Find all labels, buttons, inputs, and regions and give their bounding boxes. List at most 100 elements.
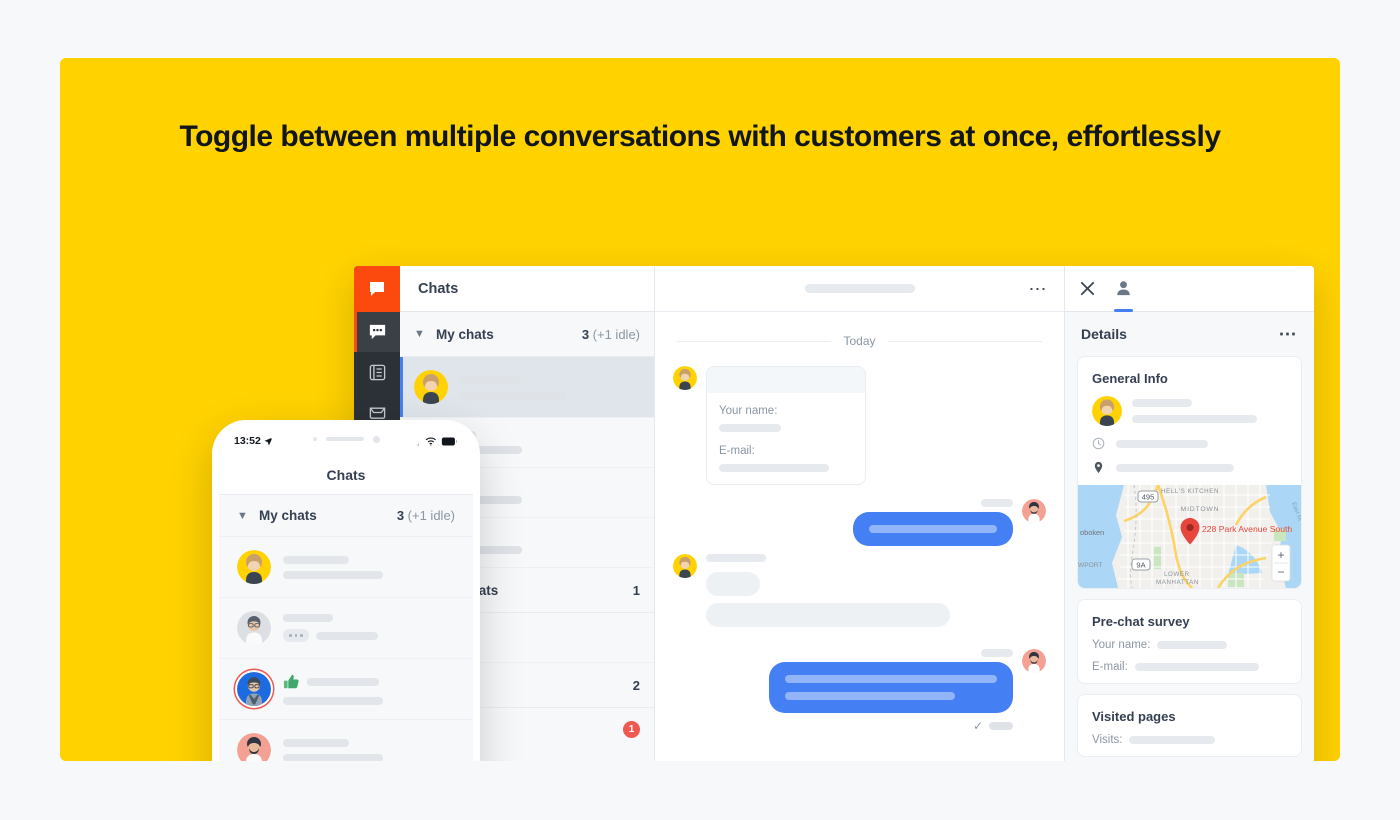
field-label: Your name:: [1092, 639, 1151, 651]
group-label: My chats: [436, 326, 494, 342]
chat-preview-placeholder: [283, 674, 455, 705]
phone-chat-group[interactable]: ▼ My chats 3 (+1 idle): [219, 495, 473, 537]
status-time: 13:52: [234, 435, 261, 447]
phone-chat-item[interactable]: [219, 659, 473, 720]
avatar: [414, 370, 448, 404]
visits-row: Visits:: [1078, 734, 1301, 756]
timestamp-placeholder: [981, 499, 1013, 507]
chat-preview-placeholder: [283, 555, 455, 579]
prechat-survey-card: Your name: E-mail:: [706, 366, 866, 485]
survey-card-body: Your name: E-mail:: [707, 393, 865, 484]
phone-chat-item[interactable]: [219, 598, 473, 659]
general-info-card: General Info 495 9A HELL'S KITCHEN MIDTO…: [1077, 356, 1302, 589]
details-header: Details ⋯: [1065, 312, 1314, 356]
field-value: [1134, 663, 1259, 671]
avatar: [673, 554, 697, 578]
message-bubble-outgoing: [769, 662, 1013, 713]
chats-bubble-icon: [367, 322, 388, 343]
field-label: Visits:: [1092, 734, 1123, 746]
svg-text:oboken: oboken: [1080, 528, 1104, 537]
group-label: My chats: [259, 508, 317, 523]
close-icon[interactable]: [1079, 266, 1096, 312]
avatar-salmon: [237, 733, 271, 761]
avatar-blue-ring: [237, 672, 271, 706]
phone-chat-item[interactable]: [219, 537, 473, 598]
avatar-yellow: [237, 550, 271, 584]
delivery-status: ✓: [973, 719, 1013, 733]
chevron-down-icon: ▼: [237, 509, 248, 522]
wifi-icon: [425, 437, 437, 446]
avatar-gray: [237, 611, 271, 645]
chat-list-item[interactable]: [400, 357, 654, 418]
details-content: General Info 495 9A HELL'S KITCHEN MIDTO…: [1065, 356, 1314, 761]
battery-icon: [441, 436, 458, 446]
details-title: Details: [1081, 326, 1127, 342]
day-divider: Today: [677, 334, 1042, 348]
location-pin-icon: [1092, 461, 1106, 474]
typing-indicator: [283, 629, 309, 642]
field-value: [1129, 736, 1216, 744]
livechat-logo-icon[interactable]: [354, 266, 400, 312]
details-tabbar: [1065, 266, 1314, 312]
survey-field-row: E-mail:: [1078, 661, 1301, 683]
message-outgoing: [673, 499, 1046, 546]
message-bubble-incoming: [706, 603, 950, 627]
survey-email-value: [719, 464, 829, 472]
timestamp-placeholder: [981, 649, 1013, 657]
conversation-panel: ⋯ Today Your name: E-mail: ✓: [655, 266, 1064, 761]
chat-preview-placeholder: [283, 738, 455, 761]
customer-identity-row: [1078, 396, 1301, 437]
field-value: [1157, 641, 1228, 649]
message-incoming: Your name: E-mail:: [673, 366, 1046, 485]
avatar: [1022, 649, 1046, 673]
phone-notch: [271, 427, 421, 451]
more-options-icon[interactable]: ⋯: [1029, 280, 1049, 298]
group-count: 3 (+1 idle): [581, 326, 640, 342]
visited-pages-card: Visited pages Visits:: [1077, 694, 1302, 757]
message-bubble-outgoing: [853, 512, 1013, 546]
survey-card-header: [707, 367, 865, 393]
phone-chat-item[interactable]: [219, 720, 473, 761]
chat-group-my-chats[interactable]: ▼ My chats 3 (+1 idle): [400, 312, 654, 357]
page-root: Toggle between multiple conversations wi…: [0, 0, 1400, 820]
card-title: Visited pages: [1092, 709, 1176, 724]
day-divider-label: Today: [843, 334, 876, 348]
details-panel: Details ⋯ General Info 495 9A HELL'S KIT…: [1064, 266, 1314, 761]
group-count: 3 (+1 idle): [396, 508, 455, 523]
svg-text:495: 495: [1142, 493, 1155, 502]
more-options-icon[interactable]: ⋯: [1279, 325, 1299, 343]
clock-icon: [1092, 437, 1106, 450]
conversation-title-placeholder: [804, 284, 915, 293]
avatar: [673, 366, 697, 390]
hero-card: Toggle between multiple conversations wi…: [60, 58, 1340, 761]
survey-name-value: [719, 424, 781, 432]
svg-text:−: −: [1277, 565, 1284, 579]
timestamp-placeholder: [706, 554, 766, 562]
message-thread: Today Your name: E-mail: ✓: [655, 312, 1064, 761]
svg-text:+: +: [1277, 548, 1284, 562]
survey-field-row: Your name:: [1078, 639, 1301, 661]
status-time-group: 13:52: [234, 435, 273, 447]
avatar: [1022, 499, 1046, 523]
svg-text:MANHATTAN: MANHATTAN: [1156, 579, 1199, 586]
rail-item-chats[interactable]: [354, 312, 400, 352]
chevron-down-icon: ▼: [414, 328, 425, 340]
rail-item-tickets[interactable]: [354, 352, 400, 392]
archives-inbox-icon: [368, 403, 387, 422]
phone-screen: 13:52 Chats ▼ My chats 3 (+1 idle): [219, 427, 473, 761]
person-icon[interactable]: [1114, 266, 1133, 312]
unread-badge: 1: [623, 721, 640, 738]
group-count: 2: [632, 677, 640, 693]
card-title: Pre-chat survey: [1092, 614, 1190, 629]
field-label: E-mail:: [1092, 661, 1128, 673]
tickets-list-icon: [368, 363, 387, 382]
svg-text:LOWER: LOWER: [1164, 571, 1190, 578]
timestamp-placeholder: [989, 722, 1013, 730]
customer-location-map[interactable]: 495 9A HELL'S KITCHEN MIDTOWN oboken WPO…: [1078, 485, 1301, 588]
thumbs-up-icon: [283, 674, 300, 690]
svg-text:WPORT: WPORT: [1078, 562, 1102, 569]
survey-email-label: E-mail:: [719, 445, 755, 457]
checkmark-icon: ✓: [972, 719, 983, 733]
message-incoming: [673, 554, 1046, 627]
survey-name-label: Your name:: [719, 405, 778, 417]
